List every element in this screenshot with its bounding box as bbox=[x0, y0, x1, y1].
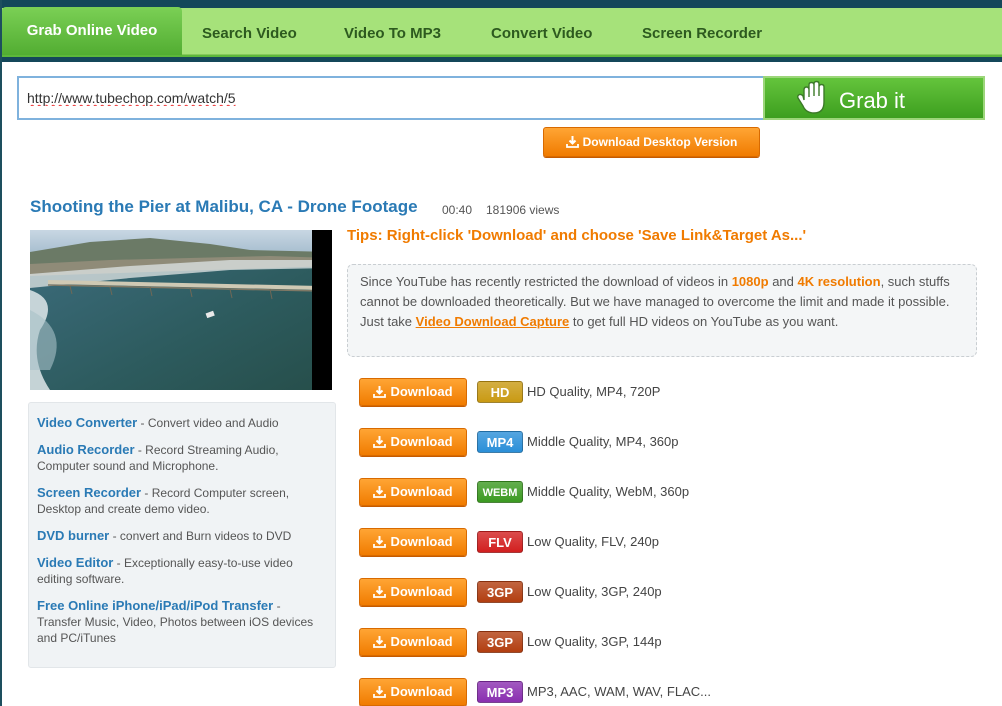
notice-text: to get full HD videos on YouTube as you … bbox=[569, 314, 839, 329]
grab-it-label: Grab it bbox=[839, 88, 906, 113]
video-duration: 00:40 bbox=[442, 203, 473, 217]
link-item-video-editor: Video Editor - Exceptionally easy-to-use… bbox=[37, 555, 327, 587]
url-bar: Grab it bbox=[17, 74, 985, 122]
link-video-converter[interactable]: Video Converter bbox=[37, 415, 137, 430]
link-desc: - Convert video and Audio bbox=[137, 416, 279, 430]
pier-drone-image bbox=[30, 230, 332, 390]
link-screen-recorder[interactable]: Screen Recorder bbox=[37, 485, 141, 500]
format-badge: WEBM bbox=[477, 481, 523, 503]
link-dvd-burner[interactable]: DVD burner bbox=[37, 528, 109, 543]
format-description: Low Quality, 3GP, 144p bbox=[527, 634, 662, 649]
download-label: Download bbox=[390, 634, 453, 649]
link-video-editor[interactable]: Video Editor bbox=[37, 555, 113, 570]
grab-it-button[interactable]: Grab it bbox=[763, 76, 985, 120]
download-button[interactable]: Download bbox=[359, 428, 467, 456]
left-edge bbox=[0, 0, 2, 706]
download-button[interactable]: Download bbox=[359, 478, 467, 506]
download-icon bbox=[373, 386, 387, 398]
download-label: Download bbox=[390, 484, 453, 499]
download-label: Download bbox=[390, 434, 453, 449]
link-item-dvd-burner: DVD burner - convert and Burn videos to … bbox=[37, 528, 327, 544]
format-badge: 3GP bbox=[477, 631, 523, 653]
tab-bar: Search Video Video To MP3 Convert Video … bbox=[0, 0, 1002, 62]
link-item-ios-transfer: Free Online iPhone/iPad/iPod Transfer - … bbox=[37, 598, 327, 646]
download-icon bbox=[373, 636, 387, 648]
video-download-capture-link[interactable]: Video Download Capture bbox=[416, 314, 570, 329]
notice-text: Since YouTube has recently restricted th… bbox=[360, 274, 732, 289]
tips-text: Tips: Right-click 'Download' and choose … bbox=[347, 227, 807, 244]
download-button[interactable]: Download bbox=[359, 628, 467, 656]
link-audio-recorder[interactable]: Audio Recorder bbox=[37, 442, 135, 457]
video-views: 181906 views bbox=[486, 203, 560, 217]
download-icon bbox=[373, 486, 387, 498]
link-item-video-converter: Video Converter - Convert video and Audi… bbox=[37, 415, 327, 431]
tab-video-to-mp3[interactable]: Video To MP3 bbox=[344, 8, 441, 55]
download-label: Download bbox=[390, 684, 453, 699]
format-badge: MP4 bbox=[477, 431, 523, 453]
notice-box: Since YouTube has recently restricted th… bbox=[347, 264, 977, 357]
format-description: Middle Quality, MP4, 360p bbox=[527, 434, 679, 449]
download-label: Download bbox=[390, 584, 453, 599]
notice-highlight-1080p: 1080p bbox=[731, 274, 769, 289]
tab-convert-video[interactable]: Convert Video bbox=[491, 8, 592, 55]
format-description: Middle Quality, WebM, 360p bbox=[527, 484, 690, 499]
download-desktop-label: Download Desktop Version bbox=[582, 135, 738, 149]
hand-icon bbox=[797, 80, 825, 114]
format-badge: 3GP bbox=[477, 581, 523, 603]
format-description: Low Quality, 3GP, 240p bbox=[527, 584, 662, 599]
download-icon bbox=[373, 436, 387, 448]
download-icon bbox=[373, 586, 387, 598]
download-icon bbox=[373, 536, 387, 548]
format-badge: FLV bbox=[477, 531, 523, 553]
format-badge: HD bbox=[477, 381, 523, 403]
download-icon bbox=[373, 686, 387, 698]
download-button[interactable]: Download bbox=[359, 528, 467, 556]
format-badge: MP3 bbox=[477, 681, 523, 703]
link-desc: - convert and Burn videos to DVD bbox=[109, 529, 292, 543]
download-desktop-button[interactable]: Download Desktop Version bbox=[543, 127, 760, 157]
format-description: Low Quality, FLV, 240p bbox=[527, 534, 660, 549]
tab-grab-online-video[interactable]: Grab Online Video bbox=[2, 7, 182, 55]
download-button[interactable]: Download bbox=[359, 578, 467, 606]
download-button[interactable]: Download bbox=[359, 678, 467, 706]
format-description: MP3, AAC, WAM, WAV, FLAC... bbox=[527, 684, 711, 699]
tab-search-video[interactable]: Search Video bbox=[202, 8, 297, 55]
notice-highlight-4k: 4K resolution bbox=[797, 274, 881, 289]
download-button[interactable]: Download bbox=[359, 378, 467, 406]
video-thumbnail[interactable] bbox=[30, 230, 332, 390]
download-label: Download bbox=[390, 534, 453, 549]
tab-underline bbox=[0, 55, 1002, 57]
tab-screen-recorder[interactable]: Screen Recorder bbox=[642, 8, 762, 55]
software-links-panel: Video Converter - Convert video and Audi… bbox=[28, 402, 336, 668]
link-item-screen-recorder: Screen Recorder - Record Computer screen… bbox=[37, 485, 327, 517]
download-icon bbox=[565, 136, 579, 148]
url-input[interactable] bbox=[17, 76, 765, 120]
link-ios-transfer[interactable]: Free Online iPhone/iPad/iPod Transfer bbox=[37, 598, 273, 613]
link-item-audio-recorder: Audio Recorder - Record Streaming Audio,… bbox=[37, 442, 327, 474]
video-title: Shooting the Pier at Malibu, CA - Drone … bbox=[30, 197, 418, 216]
format-description: HD Quality, MP4, 720P bbox=[527, 384, 661, 399]
download-label: Download bbox=[390, 384, 453, 399]
notice-text: and bbox=[768, 274, 798, 289]
